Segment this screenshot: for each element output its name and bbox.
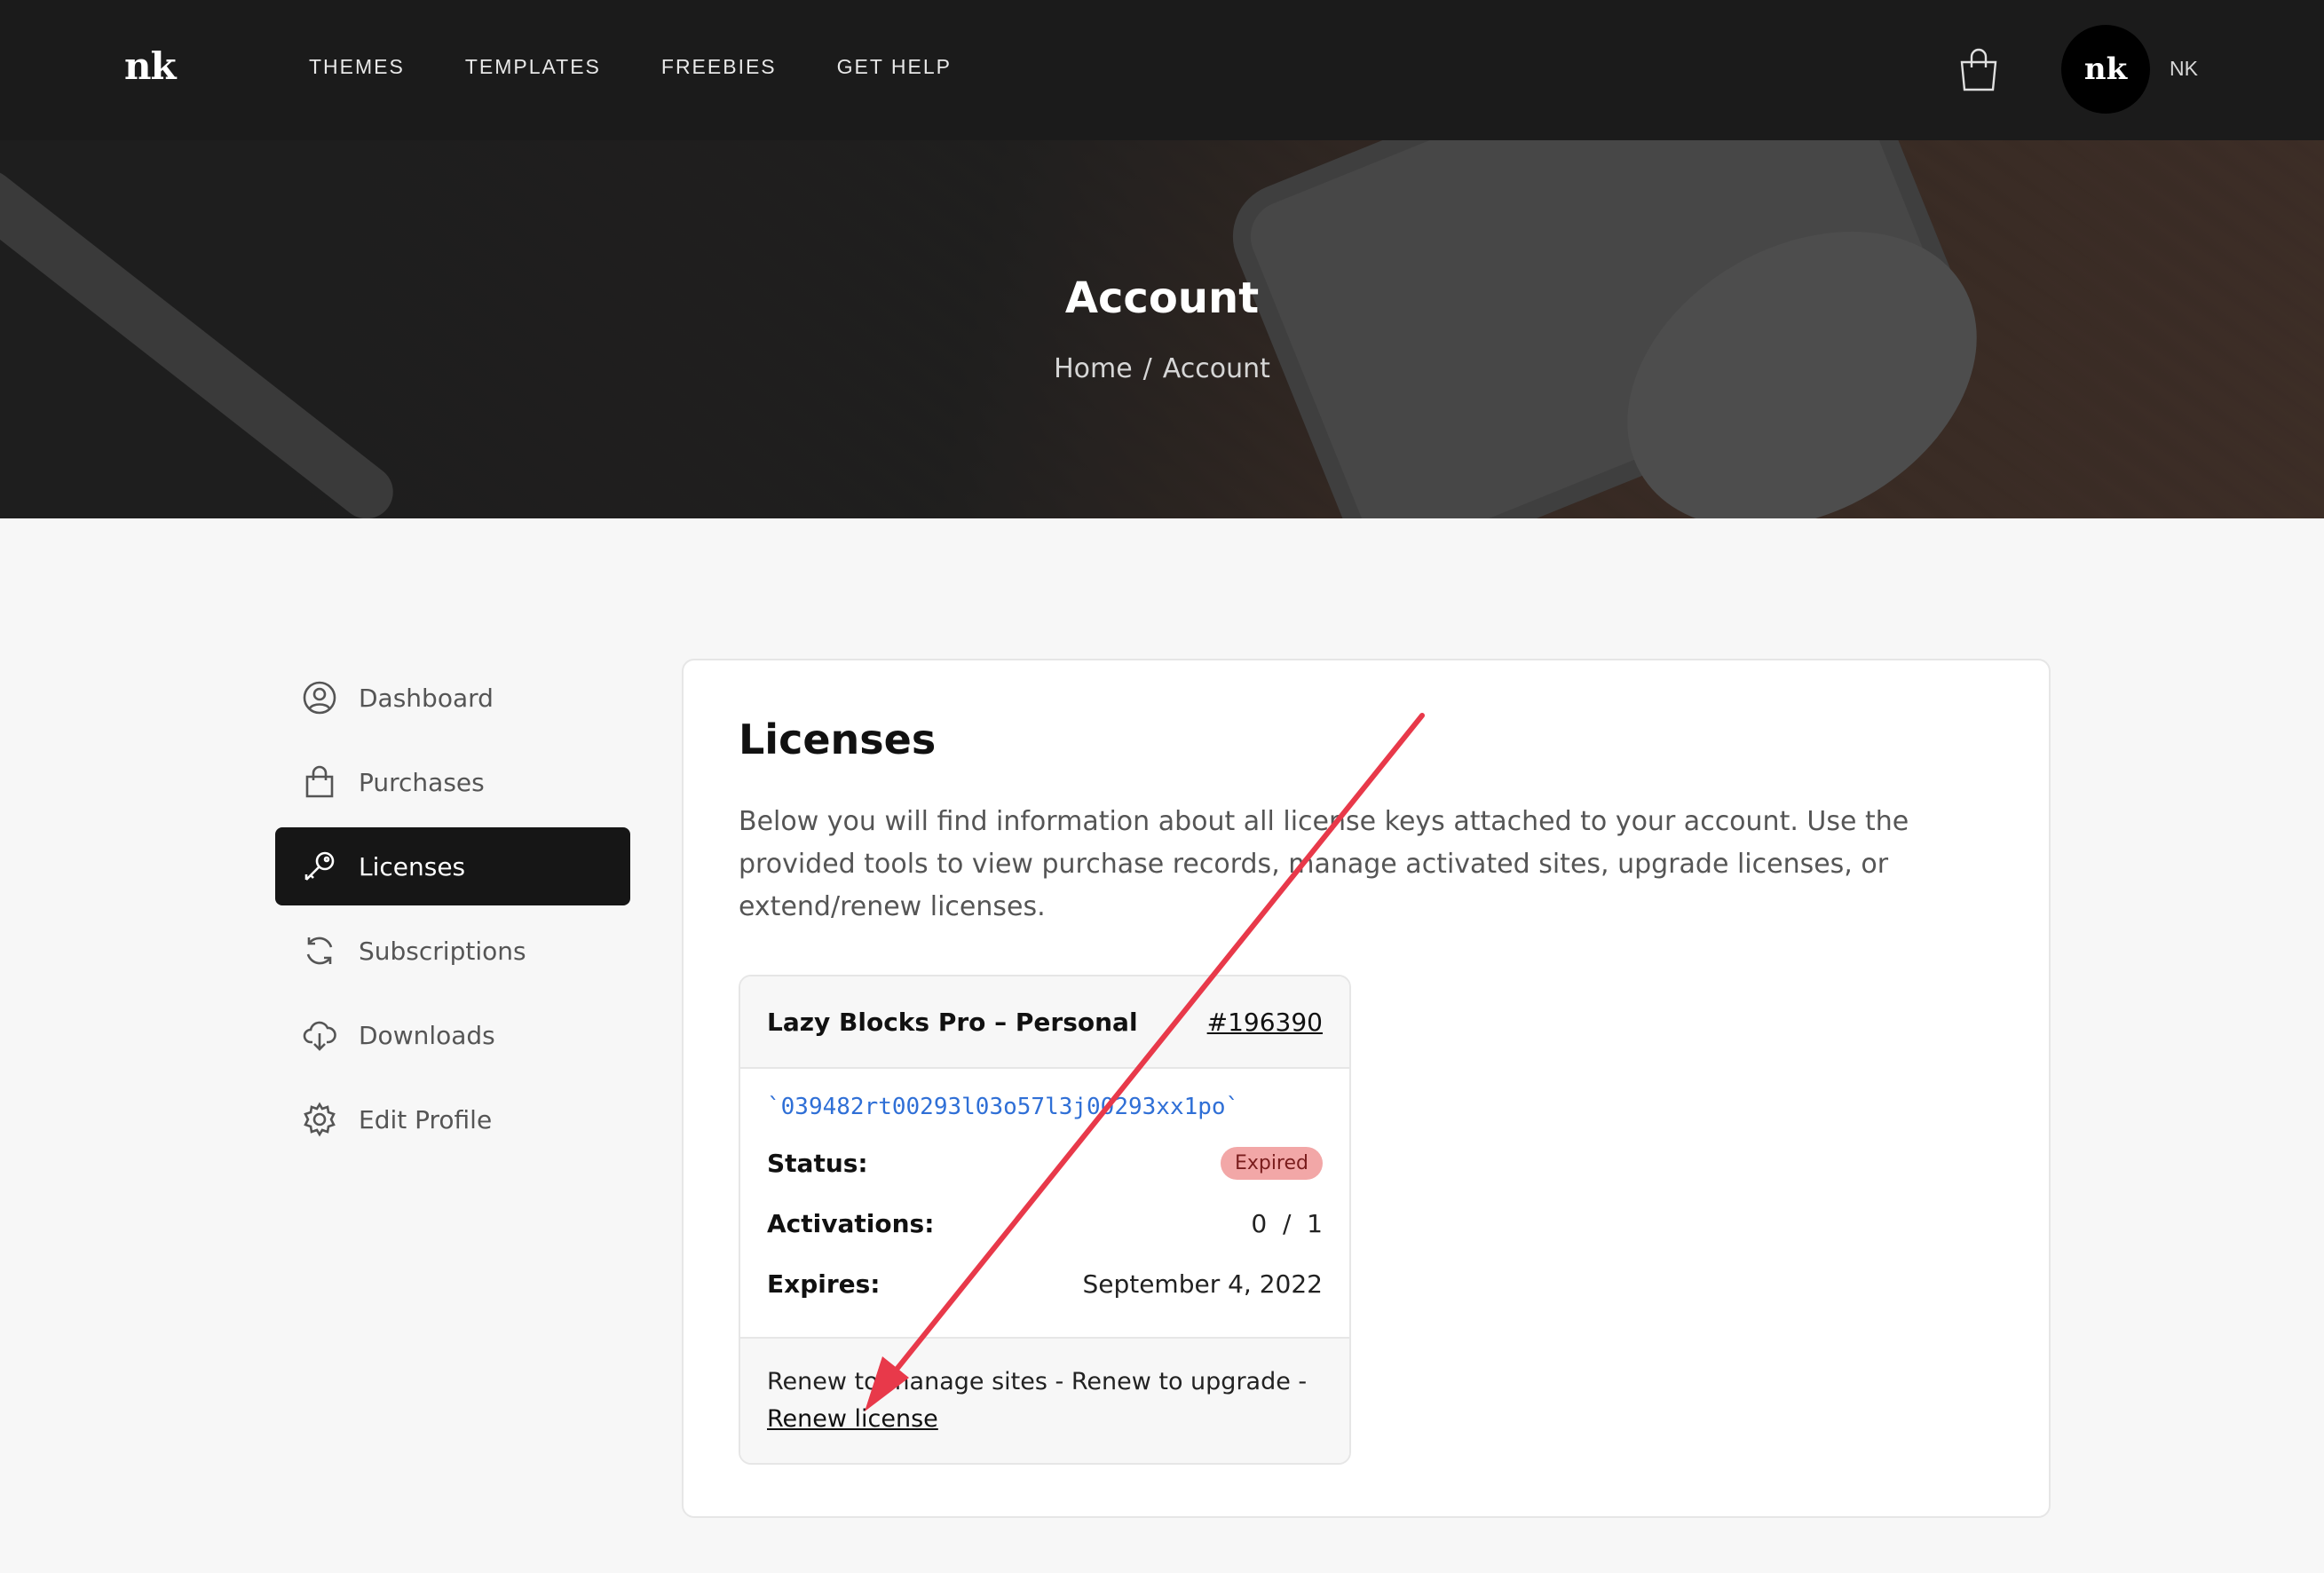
sidebar-item-downloads[interactable]: Downloads bbox=[275, 996, 630, 1074]
license-order-link[interactable]: #196390 bbox=[1207, 1008, 1323, 1037]
breadcrumb-home[interactable]: Home bbox=[1054, 353, 1133, 384]
breadcrumb-separator: / bbox=[1142, 353, 1152, 384]
expires-label: Expires: bbox=[767, 1269, 881, 1299]
expires-value: September 4, 2022 bbox=[1082, 1269, 1323, 1299]
license-expires-row: Expires: September 4, 2022 bbox=[740, 1253, 1349, 1314]
sidebar-item-edit-profile[interactable]: Edit Profile bbox=[275, 1080, 630, 1158]
license-actions: Renew to manage sites - Renew to upgrade… bbox=[740, 1337, 1349, 1463]
username[interactable]: NK bbox=[2170, 57, 2198, 81]
licenses-intro: Below you will find information about al… bbox=[739, 806, 1909, 922]
status-label: Status: bbox=[767, 1148, 868, 1178]
nav-templates[interactable]: TEMPLATES bbox=[465, 55, 601, 79]
license-key[interactable]: `039482rt00293l03o57l3j00293xx1po` bbox=[740, 1069, 1349, 1120]
site-logo[interactable]: nk bbox=[124, 44, 177, 88]
nav-get-help[interactable]: GET HELP bbox=[837, 55, 952, 79]
licenses-panel: Licenses Below you will find information… bbox=[682, 659, 2051, 1518]
account-sidebar: Dashboard Purchases Licenses Subscriptio… bbox=[275, 659, 630, 1165]
main-nav: THEMES TEMPLATES FREEBIES GET HELP bbox=[309, 55, 1012, 79]
key-icon bbox=[304, 851, 335, 881]
sidebar-item-label: Dashboard bbox=[359, 683, 494, 713]
user-circle-icon bbox=[303, 681, 336, 715]
sidebar-item-label: Subscriptions bbox=[359, 936, 526, 966]
license-status-row: Status: Expired bbox=[740, 1133, 1349, 1193]
license-renew-note: Renew to manage sites - Renew to upgrade… bbox=[767, 1368, 1308, 1395]
activations-label: Activations: bbox=[767, 1208, 935, 1238]
nav-freebies[interactable]: FREEBIES bbox=[661, 55, 777, 79]
shopping-bag-icon[interactable] bbox=[1958, 48, 1999, 92]
sidebar-item-label: Purchases bbox=[359, 767, 485, 797]
top-navbar: nk THEMES TEMPLATES FREEBIES GET HELP nk… bbox=[0, 0, 2324, 140]
activations-value: 0 / 1 bbox=[1251, 1208, 1323, 1238]
license-card: Lazy Blocks Pro – Personal #196390 `0394… bbox=[739, 975, 1351, 1465]
refresh-icon bbox=[306, 937, 333, 965]
sidebar-item-dashboard[interactable]: Dashboard bbox=[275, 659, 630, 737]
sidebar-item-label: Edit Profile bbox=[359, 1104, 493, 1134]
avatar[interactable]: nk bbox=[2061, 25, 2150, 114]
license-activations-row: Activations: 0 / 1 bbox=[740, 1193, 1349, 1253]
page-title: Account bbox=[1064, 273, 1260, 323]
breadcrumb-current: Account bbox=[1162, 353, 1270, 384]
sidebar-item-licenses[interactable]: Licenses bbox=[275, 827, 630, 905]
status-badge: Expired bbox=[1220, 1146, 1323, 1180]
nav-themes[interactable]: THEMES bbox=[309, 55, 405, 79]
section-title: Licenses bbox=[739, 715, 937, 763]
renew-license-link[interactable]: Renew license bbox=[767, 1405, 938, 1433]
gear-icon bbox=[304, 1102, 336, 1137]
license-product-name: Lazy Blocks Pro – Personal bbox=[767, 1007, 1138, 1037]
license-card-header: Lazy Blocks Pro – Personal #196390 bbox=[740, 976, 1349, 1069]
sidebar-item-label: Downloads bbox=[359, 1020, 495, 1050]
sidebar-item-subscriptions[interactable]: Subscriptions bbox=[275, 912, 630, 990]
page-hero: Account Home / Account bbox=[0, 140, 2324, 518]
sidebar-item-label: Licenses bbox=[359, 851, 466, 881]
sidebar-item-purchases[interactable]: Purchases bbox=[275, 743, 630, 821]
breadcrumb: Home / Account bbox=[0, 353, 2324, 384]
bag-icon bbox=[305, 765, 334, 798]
cloud-download-icon bbox=[303, 1021, 336, 1051]
